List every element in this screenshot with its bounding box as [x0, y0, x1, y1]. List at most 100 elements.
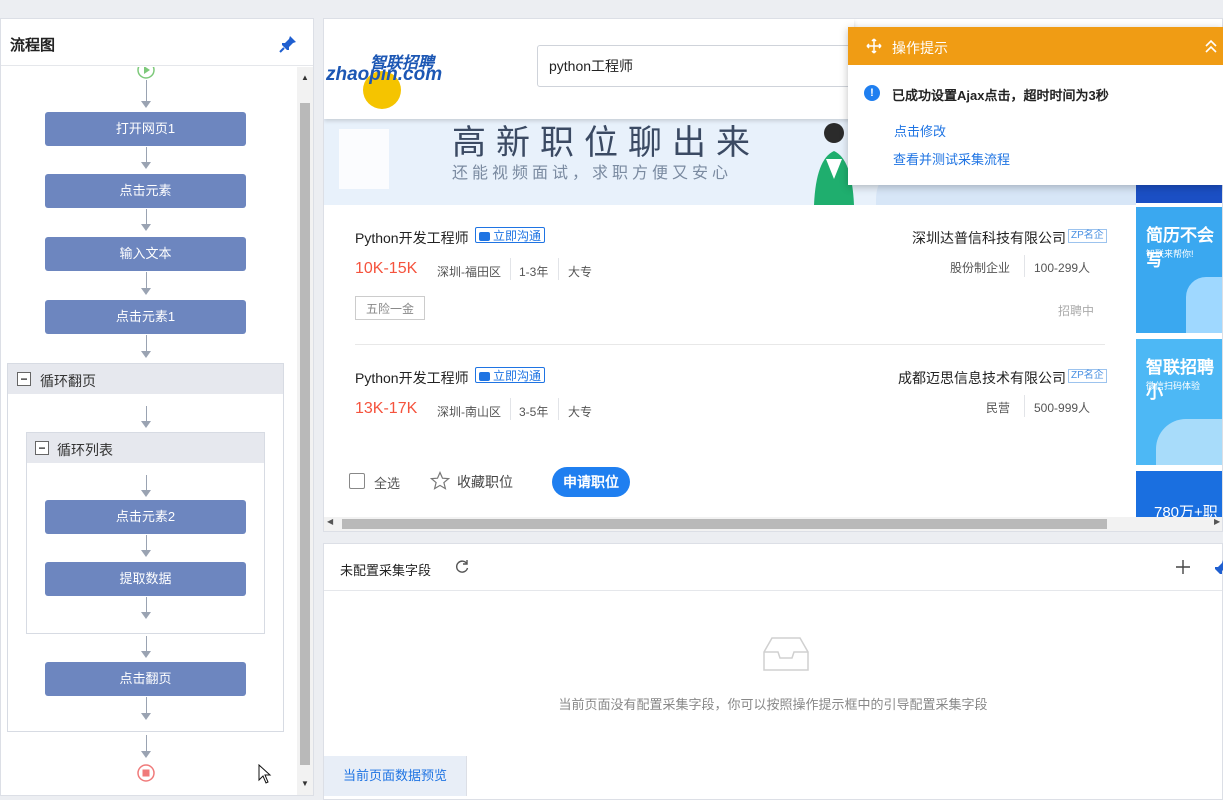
apply-job-button[interactable]: 申请职位 — [552, 467, 630, 497]
fields-title: 未配置采集字段 — [340, 563, 432, 578]
company-badge: ZP名企 — [1068, 229, 1107, 243]
company-type: 股份制企业 — [950, 261, 1011, 275]
flow-connector — [146, 147, 147, 162]
job-card[interactable]: Python开发工程师 立即沟通 13K-17K 深圳-南山区 3-5年 大专 … — [324, 359, 1136, 455]
ad-resume-sub: 智联来帮你! — [1146, 249, 1194, 259]
ad-app[interactable]: 智联招聘小 微信扫码体验 — [1136, 339, 1222, 465]
loop-list-label: 循环列表 — [57, 442, 113, 458]
end-icon — [137, 764, 155, 782]
salary: 13K-17K — [355, 400, 418, 417]
pin-icon[interactable] — [279, 35, 297, 53]
scroll-left-icon[interactable]: ◀ — [327, 517, 333, 526]
node-click-element1[interactable]: 点击元素1 — [45, 300, 246, 334]
add-icon[interactable] — [1175, 559, 1191, 575]
fields-panel: 未配置采集字段 当前页面没有配置采集字段，你可以按照操作提示框中的引导配置采集字… — [323, 543, 1223, 800]
divider — [510, 398, 511, 420]
company-size: 500-999人 — [1034, 401, 1091, 415]
flow-connector — [146, 209, 147, 224]
chat-button[interactable]: 立即沟通 — [475, 367, 546, 383]
refresh-icon[interactable] — [454, 558, 470, 574]
banner-title: 高新职位聊出来 — [452, 123, 760, 163]
modify-link[interactable]: 点击修改 — [894, 121, 946, 140]
company-name[interactable]: 成都迈思信息技术有限公司 — [884, 368, 1066, 388]
loop-list-header[interactable]: − 循环列表 — [27, 433, 264, 463]
move-icon[interactable] — [866, 38, 882, 54]
scrollbar-thumb[interactable] — [300, 103, 310, 765]
job-title[interactable]: Python开发工程师 — [355, 228, 469, 248]
loop-page-label: 循环翻页 — [40, 373, 96, 389]
flow-arrow — [141, 550, 151, 557]
job-title[interactable]: Python开发工程师 — [355, 368, 469, 388]
zhaopin-logo[interactable]: 智联招聘 zhaopin.com — [326, 51, 446, 109]
scroll-up-icon[interactable]: ▲ — [297, 71, 313, 85]
loop-page-block[interactable]: − 循环翻页 − 循环列表 点击元素2 提取数据 点击翻页 — [7, 363, 284, 732]
job-card[interactable]: Python开发工程师 立即沟通 10K-15K 深圳-福田区 1-3年 大专 … — [324, 219, 1136, 359]
ad-resume-title: 简历不会写 — [1146, 226, 1214, 270]
collapse-icon[interactable]: − — [17, 372, 31, 386]
flow-connector — [146, 80, 147, 102]
flow-connector — [146, 697, 147, 713]
flow-arrow — [141, 651, 151, 658]
select-all-label[interactable]: 全选 — [374, 473, 400, 492]
flowchart-header: 流程图 — [1, 19, 313, 66]
scroll-down-icon[interactable]: ▼ — [297, 777, 313, 791]
collapse-icon[interactable]: − — [35, 441, 49, 455]
node-open-page[interactable]: 打开网页1 — [45, 112, 246, 146]
ad-graphic — [1156, 419, 1222, 465]
tip-title: 操作提示 — [892, 40, 948, 56]
job-actions-bar: 全选 收藏职位 申请职位 — [324, 455, 1136, 507]
star-icon[interactable] — [430, 471, 450, 491]
node-extract-data[interactable]: 提取数据 — [45, 562, 246, 596]
node-input-text[interactable]: 输入文本 — [45, 237, 246, 271]
divider — [355, 344, 1105, 345]
company-type: 民营 — [986, 401, 1011, 415]
start-icon — [137, 67, 155, 79]
loop-page-header[interactable]: − 循环翻页 — [8, 364, 283, 394]
tab-page-data-preview[interactable]: 当前页面数据预览 — [324, 756, 467, 796]
favorite-job-button[interactable]: 收藏职位 — [457, 472, 513, 492]
company-badge: ZP名企 — [1068, 369, 1107, 383]
flow-connector — [146, 636, 147, 651]
company-name[interactable]: 深圳达普信科技有限公司 — [884, 228, 1066, 248]
divider — [1024, 395, 1025, 417]
flow-arrow — [141, 351, 151, 358]
empty-message: 当前页面没有配置采集字段，你可以按照操作提示框中的引导配置采集字段 — [558, 697, 988, 712]
job-location: 深圳-南山区 — [437, 405, 501, 419]
job-experience: 1-3年 — [519, 265, 549, 279]
node-click-element[interactable]: 点击元素 — [45, 174, 246, 208]
salary: 10K-15K — [355, 260, 418, 277]
flow-connector — [146, 272, 147, 288]
select-all-checkbox[interactable] — [349, 473, 365, 489]
flowchart-scrollbar[interactable]: ▲ ▼ — [297, 67, 313, 795]
divider — [558, 398, 559, 420]
scrollbar-thumb[interactable] — [342, 519, 1107, 529]
node-click-element2[interactable]: 点击元素2 — [45, 500, 246, 534]
chat-icon — [479, 372, 490, 381]
ad-resume[interactable]: 简历不会写 智联来帮你! — [1136, 207, 1222, 333]
node-click-next-page[interactable]: 点击翻页 — [45, 662, 246, 696]
scroll-right-icon[interactable]: ▶ — [1214, 517, 1220, 526]
welfare-tag: 五险一金 — [355, 296, 426, 320]
ad-app-sub: 微信扫码体验 — [1146, 381, 1201, 391]
loop-list-block[interactable]: − 循环列表 点击元素2 提取数据 — [26, 432, 265, 634]
flow-arrow — [141, 490, 151, 497]
banner-building-graphic — [339, 129, 389, 189]
test-flow-link[interactable]: 查看并测试采集流程 — [893, 149, 1010, 168]
search-input[interactable]: python工程师 — [537, 45, 857, 87]
flow-connector — [146, 735, 147, 751]
horizontal-scrollbar[interactable]: ◀ ▶ — [324, 517, 1222, 531]
flow-connector — [146, 535, 147, 550]
flow-connector — [146, 475, 147, 490]
fields-header: 未配置采集字段 — [324, 544, 1223, 591]
flow-connector — [146, 335, 147, 351]
chat-label: 立即沟通 — [493, 229, 542, 243]
flowchart-title: 流程图 — [10, 37, 56, 54]
collapse-up-icon[interactable] — [1204, 38, 1218, 54]
flow-arrow — [141, 224, 151, 231]
tip-header[interactable]: 操作提示 — [848, 27, 1223, 65]
flow-arrow — [141, 612, 151, 619]
flowchart-canvas: 打开网页1 点击元素 输入文本 点击元素1 − 循环翻页 − 循环列表 点击元素… — [1, 67, 297, 795]
chat-button[interactable]: 立即沟通 — [475, 227, 546, 243]
divider — [558, 258, 559, 280]
pin-icon[interactable] — [1212, 559, 1223, 577]
